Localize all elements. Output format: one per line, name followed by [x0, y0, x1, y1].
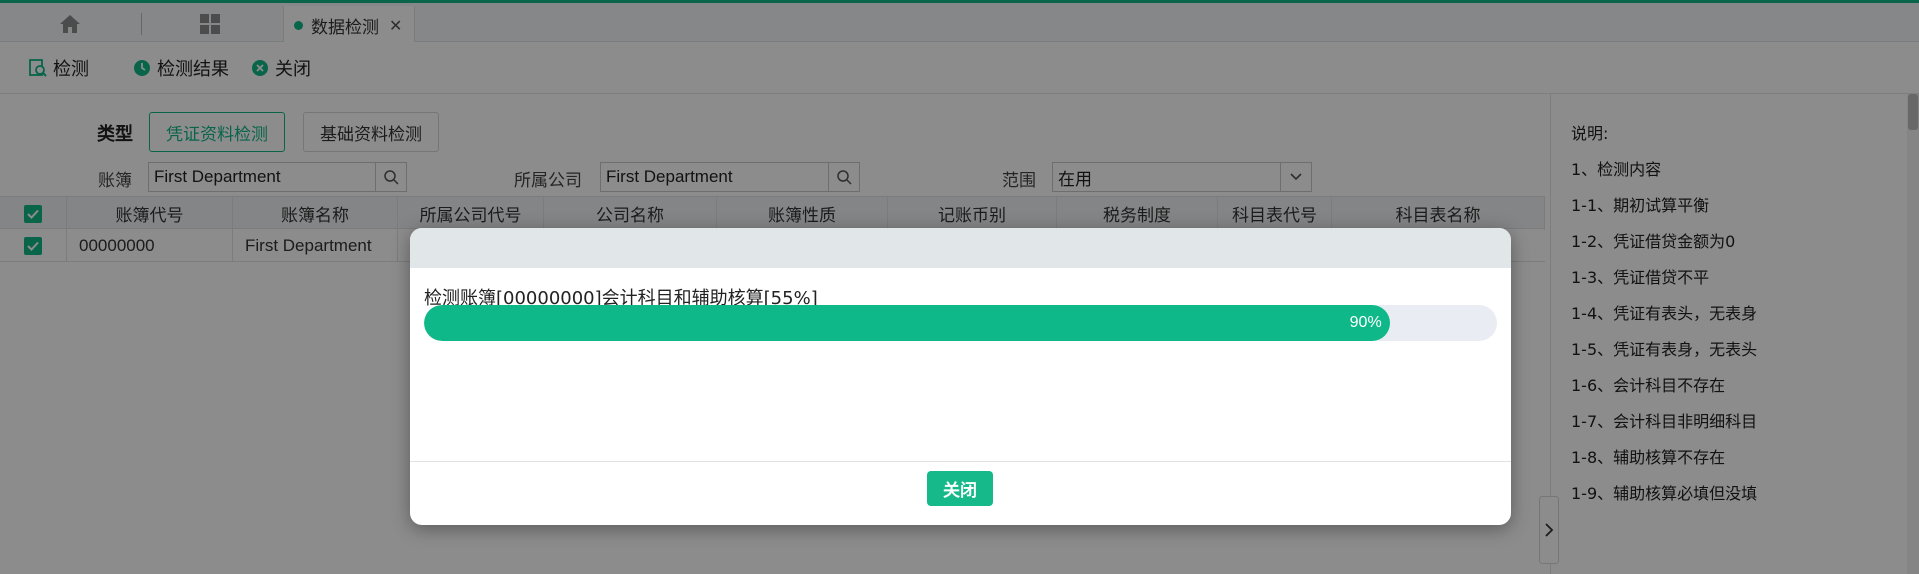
- dialog-close-button[interactable]: 关闭: [927, 471, 993, 506]
- progress-bar: 90%: [424, 305, 1497, 341]
- progress-fill: 90%: [424, 305, 1390, 341]
- progress-dialog: 检测账簿[00000000]会计科目和辅助核算[55%] 90% 关闭: [410, 228, 1511, 525]
- progress-label: 90%: [1349, 314, 1382, 331]
- dialog-header: [410, 228, 1511, 268]
